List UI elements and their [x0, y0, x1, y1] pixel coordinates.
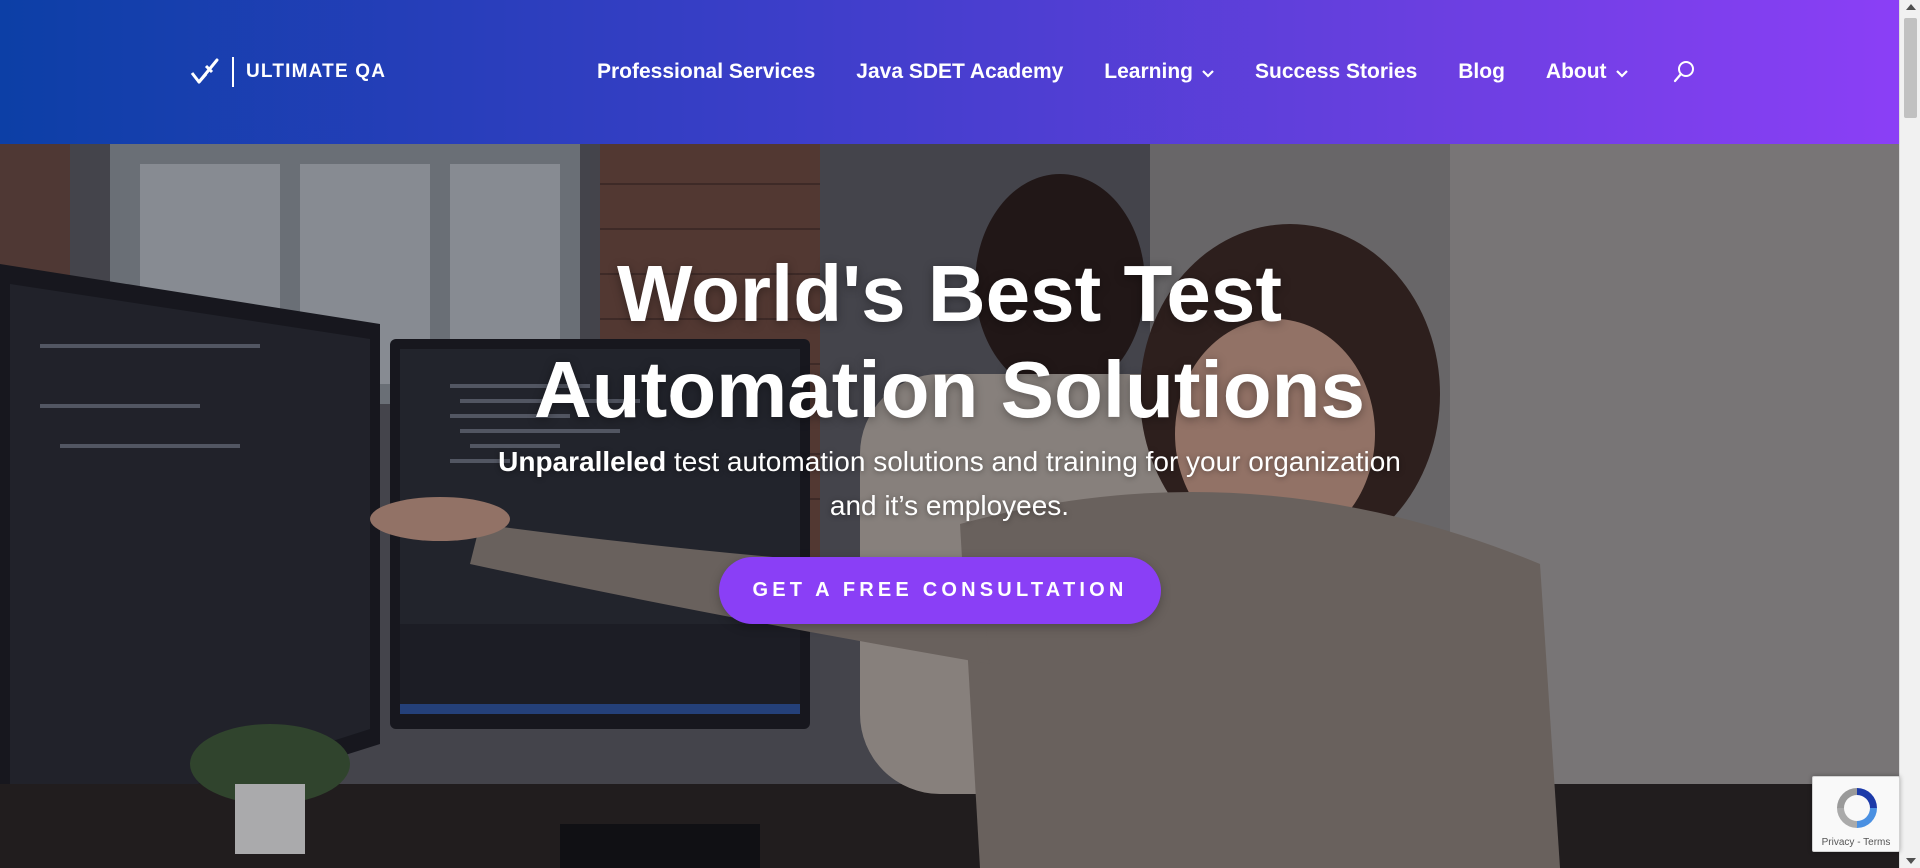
hero-title-line1: World's Best Test [616, 249, 1283, 338]
recaptcha-icon [1837, 788, 1877, 828]
scroll-down-arrow-icon[interactable] [1906, 858, 1916, 864]
hero-subtitle-bold: Unparalleled [498, 446, 667, 477]
search-icon[interactable] [1673, 60, 1695, 89]
nav-label: Success Stories [1254, 60, 1418, 83]
hero-title-line2: Automation Solutions [533, 345, 1365, 434]
hero-section: World's Best Test Automation Solutions U… [0, 144, 1899, 868]
hero-subtitle: Unparalleled test automation solutions a… [0, 440, 1899, 528]
logo-divider [232, 57, 234, 87]
nav-label: Professional Services [597, 60, 816, 83]
nav-label: Learning [1104, 60, 1193, 83]
nav-blog[interactable]: Blog [1458, 60, 1505, 84]
hero-subtitle-rest: test automation solutions and training f… [666, 446, 1401, 477]
scroll-up-arrow-icon[interactable] [1906, 4, 1916, 10]
nav-about[interactable]: About [1546, 60, 1628, 84]
nav-label: About [1545, 60, 1607, 83]
nav-professional-services[interactable]: Professional Services [597, 60, 815, 84]
recaptcha-links[interactable]: Privacy - Terms [1813, 837, 1899, 848]
checkmark-logo-icon [190, 58, 219, 84]
hero-title: World's Best Test Automation Solutions [0, 246, 1899, 438]
nav-learning[interactable]: Learning [1104, 60, 1214, 84]
site-logo[interactable]: ULTIMATE QA [190, 55, 386, 89]
recaptcha-badge[interactable]: Privacy - Terms [1812, 776, 1900, 852]
free-consultation-button[interactable]: GET A FREE CONSULTATION [719, 557, 1161, 624]
chevron-down-icon [1202, 60, 1214, 84]
site-header: ULTIMATE QA Professional Services Java S… [0, 0, 1899, 144]
chevron-down-icon [1615, 60, 1628, 84]
scrollbar-thumb[interactable] [1904, 18, 1917, 118]
nav-java-sdet-academy[interactable]: Java SDET Academy [856, 60, 1063, 84]
nav-label: Blog [1458, 60, 1505, 83]
main-nav: Professional Services Java SDET Academy … [597, 58, 1669, 86]
nav-label: Java SDET Academy [856, 60, 1064, 83]
page-scrollbar[interactable] [1899, 0, 1920, 868]
nav-success-stories[interactable]: Success Stories [1255, 60, 1417, 84]
logo-text: ULTIMATE QA [246, 61, 387, 82]
hero-subtitle-line2: and it’s employees. [829, 490, 1070, 521]
